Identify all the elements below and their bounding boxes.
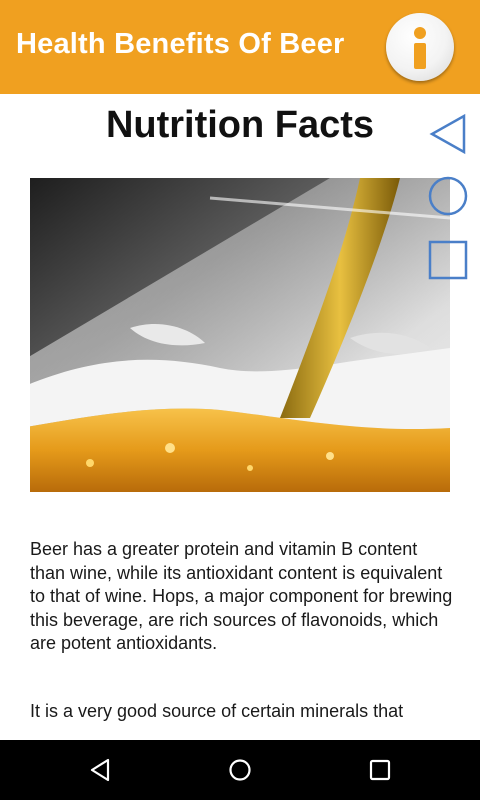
page-title: Nutrition Facts <box>105 104 375 146</box>
recent-square-icon[interactable] <box>428 240 468 280</box>
home-icon[interactable] <box>226 756 254 784</box>
back-triangle-icon[interactable] <box>428 112 468 156</box>
info-button[interactable] <box>386 13 454 81</box>
app-title: Health Benefits Of Beer <box>16 28 345 60</box>
paragraph-2: It is a very good source of certain mine… <box>30 701 404 721</box>
recent-apps-icon[interactable] <box>366 756 394 784</box>
back-icon[interactable] <box>86 756 114 784</box>
home-circle-icon[interactable] <box>428 176 468 216</box>
system-navigation-bar <box>0 740 480 800</box>
app-bar: Health Benefits Of Beer <box>0 0 480 94</box>
info-icon <box>414 27 426 69</box>
beer-image <box>30 178 450 492</box>
content-area[interactable]: Nutrition Facts Beer has a greater prote… <box>0 94 480 740</box>
paragraph-1: Beer has a greater protein and vitamin B… <box>30 539 453 654</box>
